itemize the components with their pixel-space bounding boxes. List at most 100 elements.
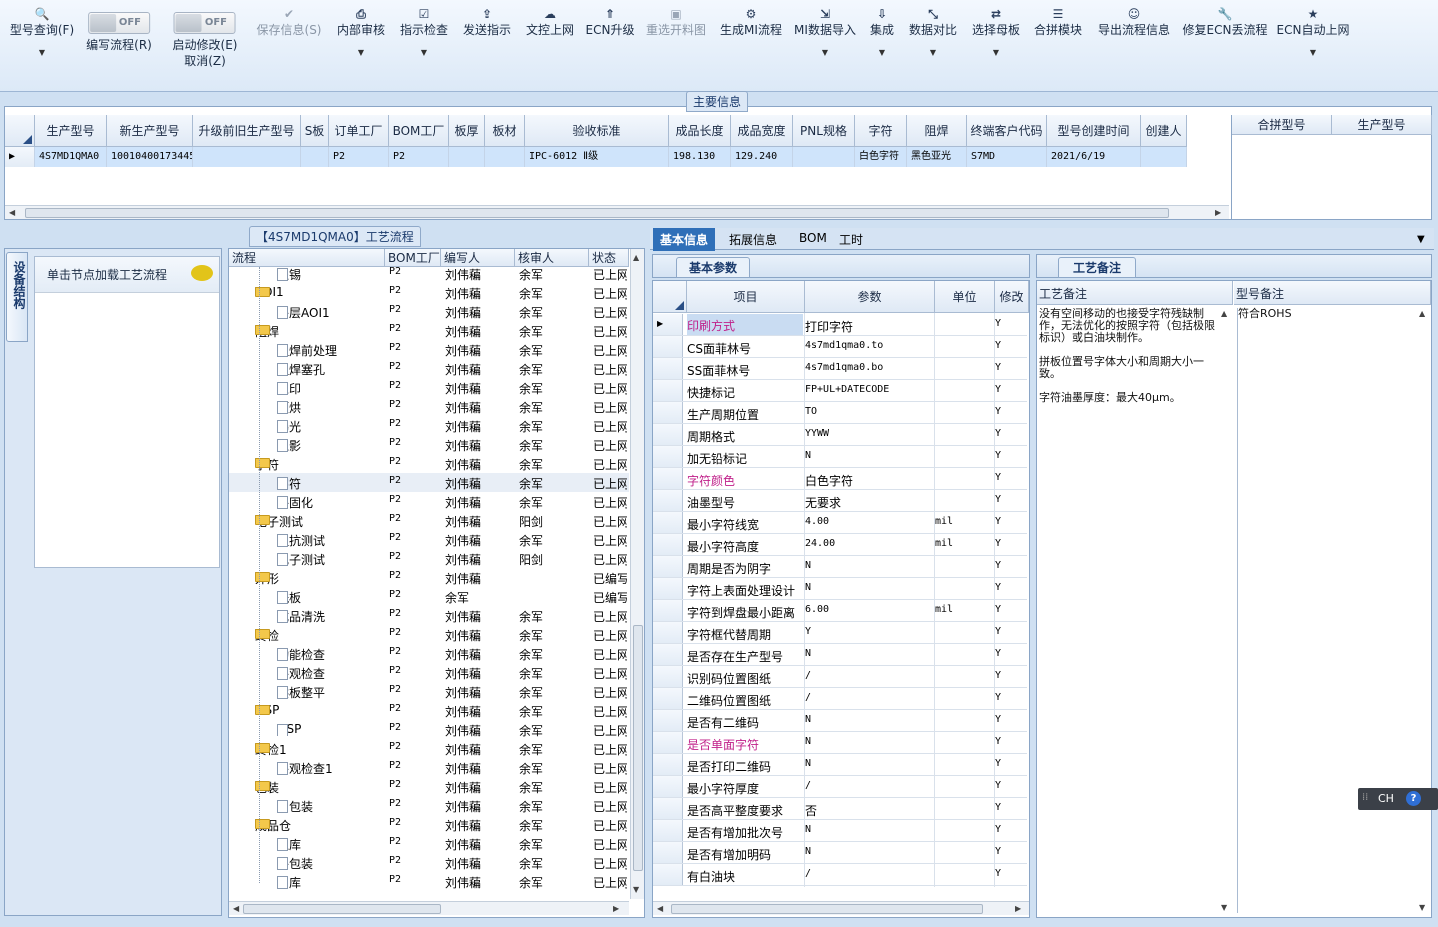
process-row[interactable]: −成品仓 P2 刘伟藊 余军 已上网 <box>229 815 629 834</box>
param-value[interactable]: 白色字符 <box>805 472 931 489</box>
params-row[interactable]: SS面菲林号 4s7md1qma0.bo Y <box>653 358 1027 380</box>
process-remark-vscroll[interactable]: ▲ ▼ <box>1219 307 1231 917</box>
tab-2[interactable]: BOM <box>792 228 834 248</box>
toolbar-button-10[interactable]: ⚙ 生成MI流程 <box>720 6 782 38</box>
param-value[interactable]: 打印字符 <box>805 318 931 335</box>
process-row[interactable]: −字符 P2 刘伟藊 余军 已上网 <box>229 454 629 473</box>
params-col-header[interactable]: 单位 <box>935 281 995 313</box>
process-row[interactable]: 外观检查1 P2 刘伟藊 余军 已上网 <box>229 758 629 777</box>
process-row[interactable]: −电子测试 P2 刘伟藊 阳剑 已上网 <box>229 511 629 530</box>
param-value[interactable]: N <box>805 758 931 769</box>
toggle-switch-icon[interactable]: OFF <box>87 12 150 34</box>
main-col-header[interactable]: 型号创建时间 <box>1047 115 1141 147</box>
toggle-switch-icon[interactable]: OFF <box>173 12 236 34</box>
param-value[interactable]: 6.00 <box>805 604 931 615</box>
process-row[interactable]: 阻焊塞孔 P2 刘伟藊 余军 已上网 <box>229 359 629 378</box>
main-row-cell[interactable]: P2 <box>329 147 389 167</box>
toolbar-button-6[interactable]: ⇪ 发送指示 <box>463 6 511 38</box>
process-row[interactable]: 阻抗测试 P2 刘伟藊 余军 已上网 <box>229 530 629 549</box>
main-row-cell[interactable] <box>301 147 329 167</box>
main-row-cell[interactable] <box>193 147 301 167</box>
params-row[interactable]: 是否有增加明码 N Y <box>653 842 1027 864</box>
toolbar-button-13[interactable]: ⤡ 数据对比 ▼ <box>909 6 957 68</box>
params-row[interactable]: 有白油块 / Y <box>653 864 1027 886</box>
process-row[interactable]: 退锡 P2 刘伟藊 余军 已上网 <box>229 264 629 283</box>
param-value[interactable]: N <box>805 824 931 835</box>
params-row[interactable]: 是否打印二维码 N Y <box>653 754 1027 776</box>
toolbar-button-12[interactable]: ⇩ 集成 ▼ <box>870 6 894 68</box>
params-row[interactable]: 是否单面字符 N Y <box>653 732 1027 754</box>
process-row[interactable]: −AOI1 P2 刘伟藊 余军 已上网 <box>229 283 629 302</box>
params-row[interactable]: ▶ 印刷方式 打印字符 Y <box>653 314 1027 336</box>
params-row[interactable]: 是否存在生产型号 N Y <box>653 644 1027 666</box>
process-row[interactable]: −终检1 P2 刘伟藊 余军 已上网 <box>229 739 629 758</box>
dropdown-arrow-icon[interactable]: ▼ <box>1277 38 1350 68</box>
params-row[interactable]: 油墨型号 无要求 Y <box>653 490 1027 512</box>
main-row-cell[interactable] <box>1141 147 1187 167</box>
tab-3[interactable]: 工时 <box>832 228 870 251</box>
params-row[interactable]: 周期是否为阴字 N Y <box>653 556 1027 578</box>
dropdown-arrow-icon[interactable]: ▼ <box>10 38 74 68</box>
process-row[interactable]: 铣板 P2 余军 已编写 <box>229 587 629 606</box>
process-row[interactable]: 终固化 P2 刘伟藊 余军 已上网 <box>229 492 629 511</box>
process-row[interactable]: −包装 P2 刘伟藊 余军 已上网 <box>229 777 629 796</box>
main-info-hscroll[interactable]: ◀ ▶ <box>5 205 1229 219</box>
process-row[interactable]: 显影 P2 刘伟藊 余军 已上网 <box>229 435 629 454</box>
process-row[interactable]: 烘板整平 P2 刘伟藊 余军 已上网 <box>229 682 629 701</box>
main-col-header[interactable]: 新生产型号 <box>107 115 193 147</box>
params-col-header[interactable]: 项目 <box>687 281 805 313</box>
process-remark-text[interactable]: 没有空间移动的也接受字符残缺制作，无法优化的按照字符（包括极限标识）或白油块制作… <box>1039 308 1219 913</box>
ime-language[interactable]: CH <box>1378 792 1394 805</box>
process-row[interactable]: 丝印 P2 刘伟藊 余军 已上网 <box>229 378 629 397</box>
toolbar-button-9[interactable]: ▣ 重选开料图 <box>646 6 706 38</box>
param-value[interactable]: N <box>805 846 931 857</box>
toolbar-button-0[interactable]: 🔍 型号查询(F) ▼ <box>10 6 74 68</box>
params-row[interactable]: CS面菲林号 4s7md1qma0.to Y <box>653 336 1027 358</box>
main-col-header[interactable]: 终端客户代码 <box>967 115 1047 147</box>
main-col-header[interactable]: 字符 <box>855 115 907 147</box>
main-col-header[interactable]: 板材 <box>485 115 525 147</box>
main-col-header[interactable]: 成品宽度 <box>731 115 793 147</box>
params-row[interactable]: 二维码位置图纸 / Y <box>653 688 1027 710</box>
toolbar-button-8[interactable]: ⇑ ECN升级 <box>586 6 635 38</box>
params-row[interactable]: 最小字符厚度 / Y <box>653 776 1027 798</box>
toolbar-button-17[interactable]: 🔧 修复ECN丢流程 <box>1183 6 1268 38</box>
params-row[interactable]: 是否高平整度要求 否 Y <box>653 798 1027 820</box>
main-col-header[interactable]: 验收标准 <box>525 115 669 147</box>
main-row-cell[interactable] <box>485 147 525 167</box>
toolbar-button-16[interactable]: ☺ 导出流程信息 <box>1098 6 1170 38</box>
toolbar-button-7[interactable]: ☁ 文控上网 <box>526 6 574 38</box>
process-row[interactable]: 内包装 P2 刘伟藊 余军 已上网 <box>229 796 629 815</box>
toolbar-button-14[interactable]: ⇄ 选择母板 ▼ <box>972 6 1020 68</box>
model-remark-text[interactable]: 符合ROHS <box>1237 308 1415 913</box>
param-value[interactable]: / <box>805 868 931 879</box>
merge-col-header[interactable]: 生产型号 <box>1332 115 1432 135</box>
param-value[interactable]: / <box>805 670 931 681</box>
param-value[interactable]: N <box>805 560 931 571</box>
params-row[interactable]: 最小字符高度 24.00 mil Y <box>653 534 1027 556</box>
main-row-cell[interactable]: 4S7MD1QMA0 <box>35 147 107 167</box>
param-value[interactable]: / <box>805 780 931 791</box>
params-col-header[interactable]: 参数 <box>805 281 935 313</box>
params-row[interactable]: 识别码位置图纸 / Y <box>653 666 1027 688</box>
process-row[interactable]: 外观检查 P2 刘伟藊 余军 已上网 <box>229 663 629 682</box>
process-row[interactable]: OSP P2 刘伟藊 余军 已上网 <box>229 720 629 739</box>
main-row-cell[interactable]: 黑色亚光 <box>907 147 967 167</box>
process-row[interactable]: 成品清洗 P2 刘伟藊 余军 已上网 <box>229 606 629 625</box>
toolbar-button-2[interactable]: OFF 启动修改(E) 取消(Z) <box>173 12 237 69</box>
params-row[interactable]: 字符框代替周期 Y Y <box>653 622 1027 644</box>
dropdown-arrow-icon[interactable]: ▼ <box>794 38 856 68</box>
main-col-header[interactable]: PNL规格 <box>793 115 855 147</box>
params-row[interactable]: 字符颜色 白色字符 Y <box>653 468 1027 490</box>
ime-help-icon[interactable]: ? <box>1406 791 1421 806</box>
splitter-middle[interactable] <box>1030 254 1035 918</box>
device-tree-area[interactable]: 单击节点加载工艺流程 <box>34 256 220 568</box>
params-col-header[interactable]: 修改 <box>995 281 1029 313</box>
toolbar-button-15[interactable]: ☰ 合拼模块 <box>1034 6 1082 38</box>
main-row-cell[interactable]: 10010400173445 <box>107 147 193 167</box>
process-row[interactable]: 字符 P2 刘伟藊 余军 已上网 <box>229 473 629 492</box>
main-col-header[interactable]: 生产型号 <box>35 115 107 147</box>
toolbar-button-11[interactable]: ⇲ MI数据导入 ▼ <box>794 6 856 68</box>
params-row[interactable]: 生产周期位置 TO Y <box>653 402 1027 424</box>
param-value[interactable]: FP+UL+DATECODE <box>805 384 931 395</box>
